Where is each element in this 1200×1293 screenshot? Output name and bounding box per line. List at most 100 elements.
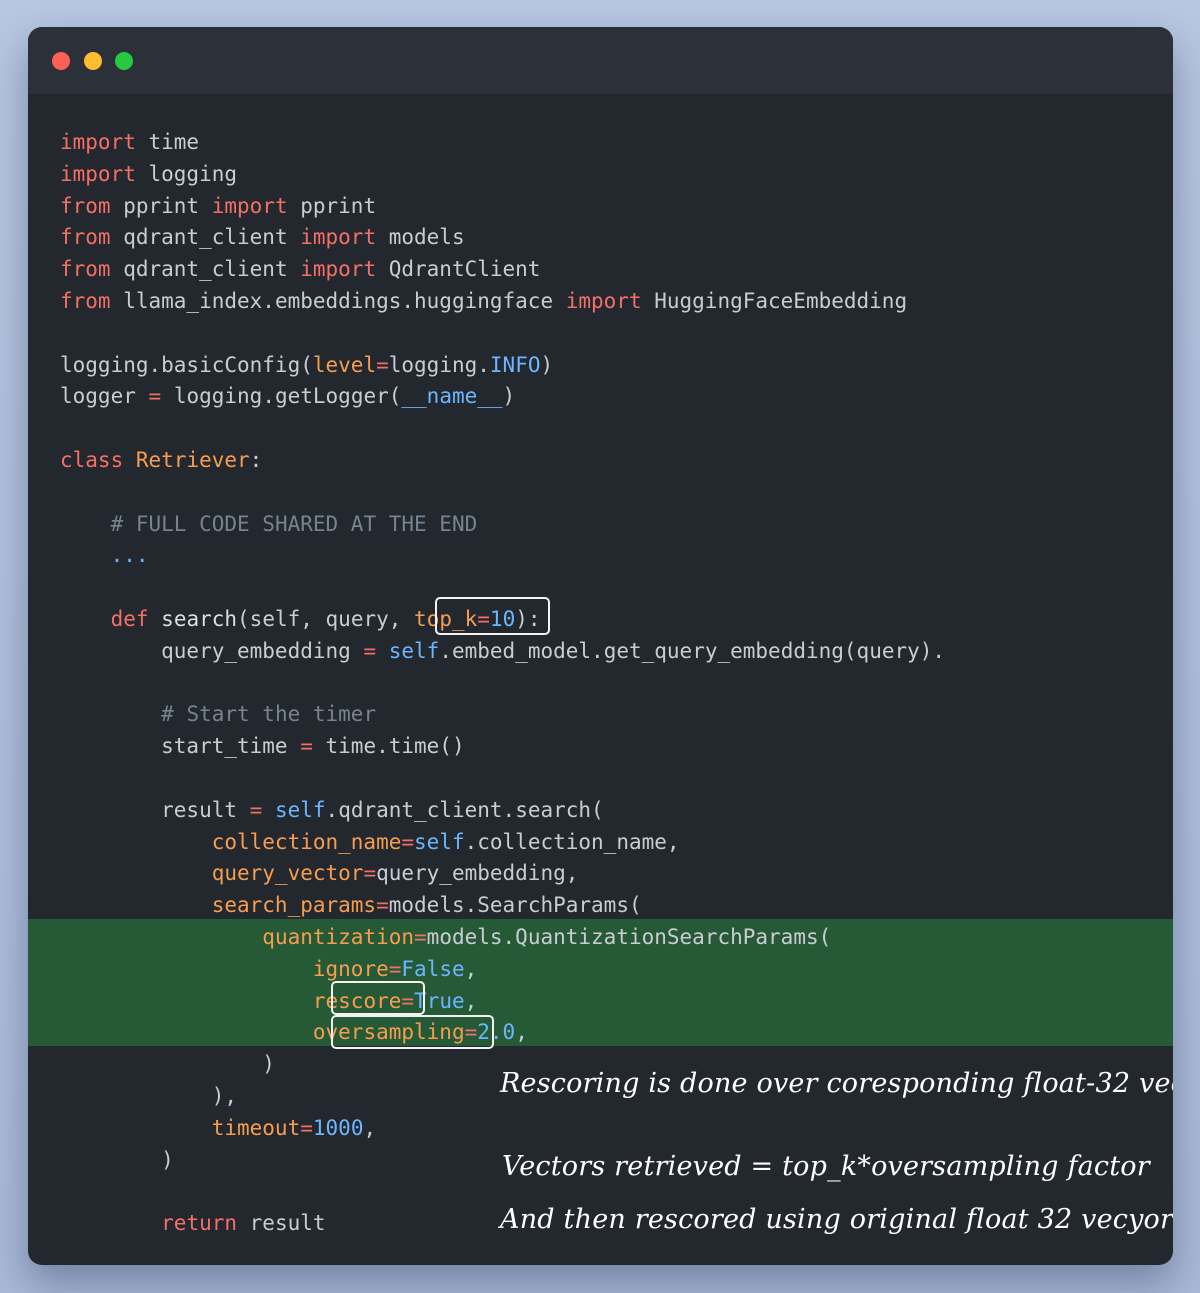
code-token: from xyxy=(60,193,111,218)
code-token: from xyxy=(60,257,111,282)
code-token: = xyxy=(388,956,402,981)
code-token: self xyxy=(414,829,465,854)
code-line: ... xyxy=(60,540,945,572)
code-token: level xyxy=(312,352,377,377)
code-token: (self, query, xyxy=(237,606,415,631)
code-token: time xyxy=(135,130,200,154)
code-token: result xyxy=(60,797,250,822)
code-line: oversampling=2.0, xyxy=(60,1017,945,1049)
code-token: HuggingFaceEmbedding xyxy=(641,288,908,313)
code-token: ) xyxy=(60,1052,275,1077)
code-token: , xyxy=(464,956,478,981)
code-token: import xyxy=(300,225,377,250)
code-token: = xyxy=(401,829,415,854)
code-token: self xyxy=(274,797,326,822)
code-token: collection_name xyxy=(211,829,402,854)
code-token: logging.basicConfig( xyxy=(60,352,313,377)
code-token: def xyxy=(110,606,149,631)
code-token: models.QuantizationSearchParams( xyxy=(426,924,832,949)
code-window: import time import logging from pprint imp… xyxy=(28,27,1173,1265)
code-token: qdrant_client xyxy=(110,225,301,250)
code-token: ignore xyxy=(312,956,389,981)
code-token: query_embedding, xyxy=(376,861,579,886)
code-token: class xyxy=(60,447,124,472)
code-token: pprint xyxy=(110,193,212,218)
rescore-highlight-box xyxy=(331,981,425,1015)
code-token: ) xyxy=(60,1147,174,1172)
code-token: , xyxy=(363,1115,377,1140)
code-token: timeout xyxy=(211,1115,301,1140)
code-token: = xyxy=(414,924,427,949)
code-token: import xyxy=(60,161,136,186)
code-token: qdrant_client xyxy=(110,257,301,282)
code-token: search xyxy=(161,606,238,631)
annotation-rescored: And then rescored using original float 3… xyxy=(500,1204,1173,1235)
code-token: = xyxy=(300,734,313,759)
code-token: pprint xyxy=(287,193,377,218)
code-token: query_embedding xyxy=(60,638,364,663)
minimize-window-dot[interactable] xyxy=(84,52,102,70)
code-line: import logging xyxy=(60,159,945,191)
code-token: from xyxy=(60,225,111,250)
code-line: rescore=True, xyxy=(60,986,945,1018)
code-line: result = self.qdrant_client.search( xyxy=(60,795,945,827)
code-token: = xyxy=(376,893,389,918)
code-token: return xyxy=(161,1211,238,1236)
code-token: ) xyxy=(540,352,554,377)
maximize-window-dot[interactable] xyxy=(115,52,133,70)
code-token: quantization xyxy=(262,924,415,949)
code-line: query_embedding = self.embed_model.get_q… xyxy=(60,636,945,668)
code-token: logging.getLogger( xyxy=(161,384,402,409)
code-token: = xyxy=(148,384,162,409)
code-token: = xyxy=(300,1115,313,1140)
code-line: class Retriever: xyxy=(60,445,945,477)
code-token: start_time xyxy=(60,734,301,759)
code-token: .collection_name, xyxy=(464,829,680,854)
window-titlebar xyxy=(28,27,1173,94)
code-line: logger = logging.getLogger(__name__) xyxy=(60,381,945,413)
code-token: query_vector xyxy=(211,861,364,886)
code-line: start_time = time.time() xyxy=(60,731,945,763)
annotation-vectors-retrieved: Vectors retrieved = top_k*oversampling f… xyxy=(502,1151,1150,1182)
code-token: import xyxy=(211,193,288,218)
code-token: __name__ xyxy=(401,384,503,409)
code-line: search_params=models.SearchParams( xyxy=(60,890,945,922)
code-token: ), xyxy=(60,1083,238,1108)
code-token: models xyxy=(376,225,465,250)
code-token: .qdrant_client.search( xyxy=(325,797,604,822)
code-token: .embed_model.get_query_embedding(query). xyxy=(439,638,946,663)
code-token: INFO xyxy=(489,352,541,377)
code-token: search_params xyxy=(211,893,377,918)
code-line: ignore=False, xyxy=(60,954,945,986)
code-token: 1000 xyxy=(312,1115,364,1140)
code-token: False xyxy=(401,956,465,981)
code-line: import time xyxy=(60,127,945,159)
code-token: : xyxy=(249,447,263,472)
code-token: = xyxy=(363,861,377,886)
code-token: QdrantClient xyxy=(376,257,541,282)
close-window-dot[interactable] xyxy=(52,52,70,70)
code-line: quantization=models.QuantizationSearchPa… xyxy=(60,922,945,954)
code-line: from llama_index.embeddings.huggingface … xyxy=(60,286,945,318)
code-line: collection_name=self.collection_name, xyxy=(60,827,945,859)
code-line: from pprint import pprint xyxy=(60,191,945,223)
